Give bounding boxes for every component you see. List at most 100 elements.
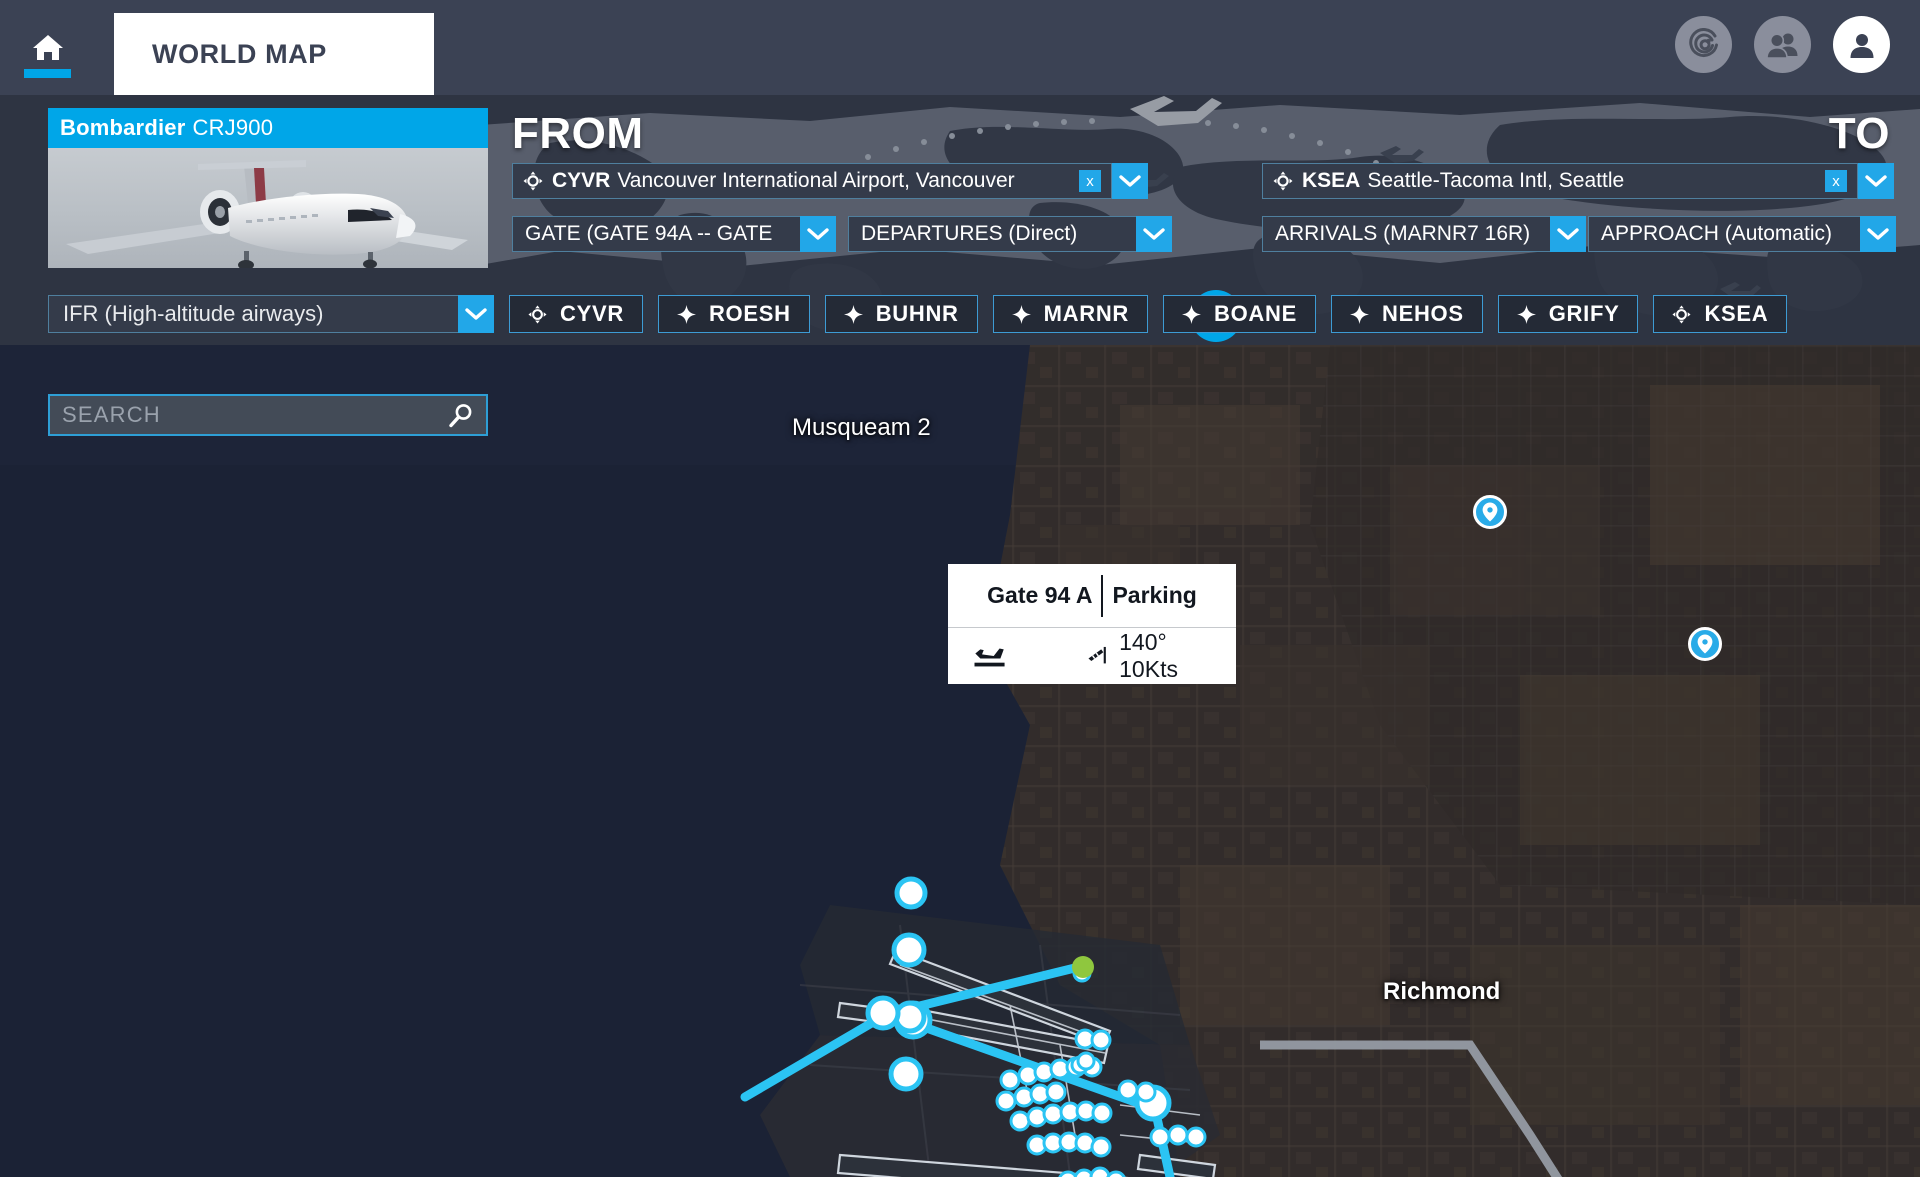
radar-icon (1688, 27, 1718, 57)
route-bar: IFR (High-altitude airways) CYVR ROESH B… (0, 283, 1920, 345)
departure-gate-dropdown[interactable] (800, 216, 836, 252)
gate-tooltip[interactable]: Gate 94 A Parking 140° 10Kts (948, 564, 1236, 684)
departure-airport-dropdown[interactable] (1112, 163, 1148, 199)
windsock-icon (1088, 646, 1106, 664)
waypoint-star-icon (843, 304, 863, 324)
home-tab[interactable] (0, 0, 95, 95)
aircraft-card[interactable]: Bombardier CRJ900 (48, 108, 488, 268)
waypoint-chip-roesh[interactable]: ROESH (657, 295, 810, 333)
waypoint-chip-cyvr[interactable]: CYVR (509, 295, 643, 333)
tab-world-map-label: WORLD MAP (152, 38, 327, 69)
aircraft-thumbnail (48, 148, 488, 268)
map-label-richmond: Richmond (1383, 978, 1501, 1005)
departure-airport-name: Vancouver International Airport, Vancouv… (617, 169, 1015, 192)
waypoint-label: GRIFY (1548, 301, 1620, 326)
search-box[interactable] (48, 394, 488, 436)
top-navigation-bar: WORLD MAP (0, 0, 1920, 95)
airport-icon (523, 171, 543, 191)
search-input[interactable] (62, 402, 448, 428)
waypoint-chip-grify[interactable]: GRIFY (1497, 295, 1639, 333)
arrival-airport-dropdown[interactable] (1858, 163, 1894, 199)
multiplayer-icon (1765, 32, 1797, 59)
nav-right-icons (1675, 16, 1920, 95)
airport-icon (1672, 304, 1691, 324)
waypoint-label: ROESH (708, 301, 791, 326)
flight-rules-value[interactable]: IFR (High-altitude airways) (48, 295, 458, 333)
gate-tooltip-gate: Gate 94 A (987, 582, 1093, 608)
multiplayer-button[interactable] (1754, 16, 1811, 73)
arrival-airport-row: KSEA Seattle-Tacoma Intl, Seattle x (1262, 163, 1894, 199)
waypoint-label: BUHNR (875, 301, 959, 326)
chevron-down-icon (1865, 175, 1887, 187)
aircraft-title: Bombardier CRJ900 (48, 108, 488, 148)
map-pin[interactable] (1688, 627, 1722, 661)
aircraft-manufacturer: Bombardier (60, 115, 186, 140)
airport-icon (1273, 171, 1293, 191)
profile-button[interactable] (1833, 16, 1890, 73)
map-pin[interactable] (1473, 495, 1507, 529)
map-label-musqueam: Musqueam 2 (792, 414, 931, 441)
departure-airport-row: CYVR Vancouver International Airport, Va… (512, 163, 1148, 199)
arrival-procedure-dropdown[interactable] (1550, 216, 1586, 252)
departure-procedure-row: DEPARTURES (Direct) (848, 216, 1172, 252)
arrival-airport-name: Seattle-Tacoma Intl, Seattle (1367, 169, 1625, 192)
location-pin-icon (1482, 502, 1498, 522)
arrival-procedure-row: ARRIVALS (MARNR7 16R) (1262, 216, 1586, 252)
gate-tooltip-wind: 140° 10Kts (1119, 629, 1178, 682)
waypoint-label: CYVR (560, 301, 624, 326)
waypoint-label: NEHOS (1381, 301, 1464, 326)
approach-row: APPROACH (Automatic) (1588, 216, 1896, 252)
waypoint-chip-buhnr[interactable]: BUHNR (824, 295, 978, 333)
waypoint-chip-ksea[interactable]: KSEA (1653, 295, 1788, 333)
approach-value[interactable]: APPROACH (Automatic) (1588, 216, 1860, 252)
gate-tooltip-body: 140° 10Kts (948, 628, 1236, 684)
gate-tooltip-header: Gate 94 A Parking (948, 564, 1236, 628)
arrival-airport-field[interactable]: KSEA Seattle-Tacoma Intl, Seattle x (1262, 163, 1858, 199)
gate-tooltip-divider (1101, 574, 1104, 617)
search-icon[interactable] (448, 402, 474, 428)
arrival-clear-button[interactable]: x (1825, 170, 1847, 192)
waypoint-star-icon (1011, 304, 1031, 324)
departure-procedure-dropdown[interactable] (1136, 216, 1172, 252)
radar-button[interactable] (1675, 16, 1732, 73)
flight-rules-selector: IFR (High-altitude airways) (48, 295, 494, 333)
departure-gate-value[interactable]: GATE (GATE 94A -- GATE (512, 216, 800, 252)
chevron-down-icon (1143, 228, 1165, 240)
takeoff-icon (974, 648, 1005, 667)
waypoint-label: KSEA (1704, 301, 1769, 326)
waypoint-star-icon (1182, 304, 1202, 324)
world-map-canvas[interactable] (0, 345, 1920, 1177)
to-label: TO (1828, 109, 1890, 158)
waypoint-chip-boane[interactable]: BOANE (1163, 295, 1316, 333)
chevron-down-icon (1557, 228, 1579, 240)
waypoint-chip-nehos[interactable]: NEHOS (1330, 295, 1483, 333)
aircraft-model: CRJ900 (192, 115, 274, 140)
profile-icon (1850, 33, 1873, 58)
satellite-imagery (0, 345, 1920, 1177)
departure-airport-field[interactable]: CYVR Vancouver International Airport, Va… (512, 163, 1112, 199)
waypoint-chip-marnr[interactable]: MARNR (992, 295, 1149, 333)
waypoint-star-icon (1516, 304, 1536, 324)
arrival-procedure-value[interactable]: ARRIVALS (MARNR7 16R) (1262, 216, 1550, 252)
departure-gate-row: GATE (GATE 94A -- GATE (512, 216, 836, 252)
departure-procedure-value[interactable]: DEPARTURES (Direct) (848, 216, 1136, 252)
approach-dropdown[interactable] (1860, 216, 1896, 252)
waypoint-label: BOANE (1214, 301, 1297, 326)
chevron-down-icon (465, 308, 487, 320)
arrival-airport-code: KSEA (1302, 169, 1361, 192)
chevron-down-icon (1867, 228, 1889, 240)
waypoint-star-icon (1349, 304, 1369, 324)
aircraft-illustration (66, 160, 468, 268)
chevron-down-icon (1119, 175, 1141, 187)
gate-tooltip-type: Parking (1112, 582, 1197, 608)
airport-icon (528, 304, 547, 324)
tab-world-map[interactable]: WORLD MAP (114, 13, 434, 95)
departure-clear-button[interactable]: x (1079, 170, 1101, 192)
location-pin-icon (1697, 634, 1713, 654)
flight-rules-dropdown[interactable] (458, 295, 494, 333)
gate-tooltip-wind-group: 140° 10Kts (1086, 629, 1212, 683)
departure-airport-code: CYVR (552, 169, 611, 192)
chevron-down-icon (807, 228, 829, 240)
from-label: FROM (512, 109, 644, 158)
home-icon (32, 34, 63, 62)
